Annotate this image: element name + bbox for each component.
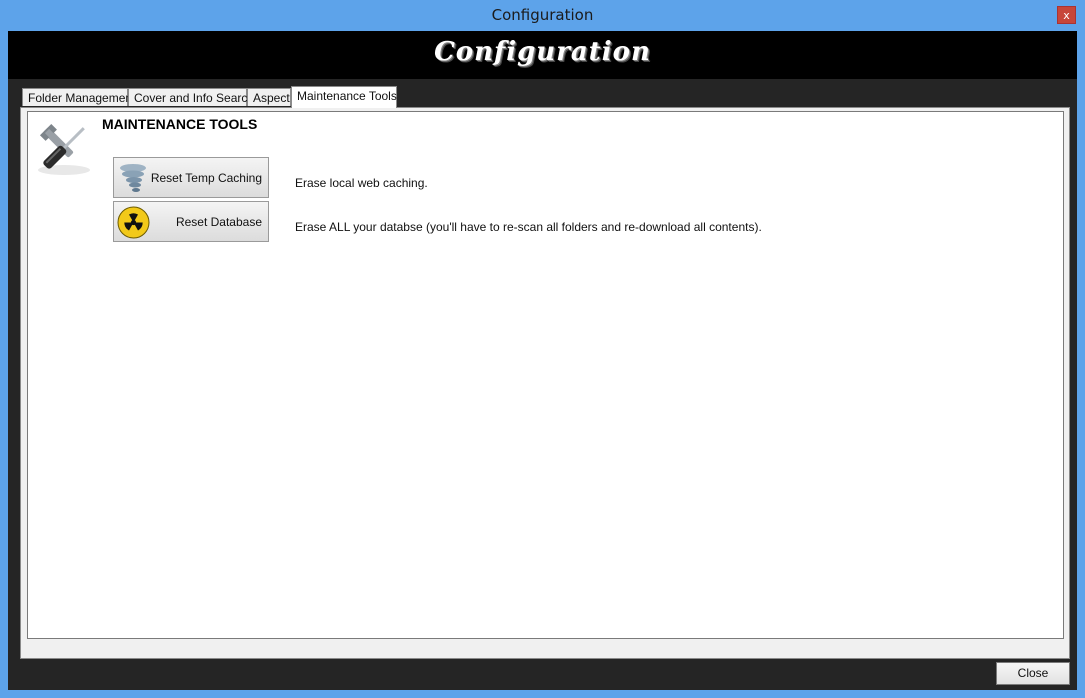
reset-temp-caching-button[interactable]: Reset Temp Caching	[113, 157, 269, 198]
maintenance-tools-panel: MAINTENANCE TOOLS Reset Temp Caching Era…	[27, 111, 1064, 639]
radiation-icon	[117, 206, 150, 239]
tab-folder-management[interactable]: Folder Management	[22, 88, 135, 106]
reset-database-button[interactable]: Reset Database	[113, 201, 269, 242]
reset-database-label: Reset Database	[175, 215, 262, 229]
banner-title: Configuration	[434, 37, 651, 67]
tornado-icon	[120, 164, 146, 192]
window: Configuration x Configuration Folder Man…	[0, 0, 1085, 698]
reset-temp-caching-label: Reset Temp Caching	[150, 171, 262, 185]
reset-temp-caching-description: Erase local web caching.	[295, 176, 428, 190]
section-title: MAINTENANCE TOOLS	[102, 116, 258, 132]
tab-aspect[interactable]: Aspect	[247, 88, 291, 106]
close-button[interactable]: Close	[996, 662, 1070, 685]
banner: Configuration	[8, 31, 1077, 79]
tab-cover-and-info-search[interactable]: Cover and Info Search	[128, 88, 254, 106]
title-bar[interactable]: Configuration x	[0, 0, 1085, 31]
tab-panel: MAINTENANCE TOOLS Reset Temp Caching Era…	[20, 107, 1070, 659]
tab-maintenance-tools[interactable]: Maintenance Tools	[291, 86, 397, 108]
window-title: Configuration	[491, 6, 594, 24]
tools-icon	[38, 123, 90, 175]
reset-database-description: Erase ALL your databse (you'll have to r…	[295, 220, 762, 234]
client-area: Configuration Folder Management Cover an…	[8, 31, 1077, 690]
window-close-button[interactable]: x	[1057, 6, 1076, 24]
